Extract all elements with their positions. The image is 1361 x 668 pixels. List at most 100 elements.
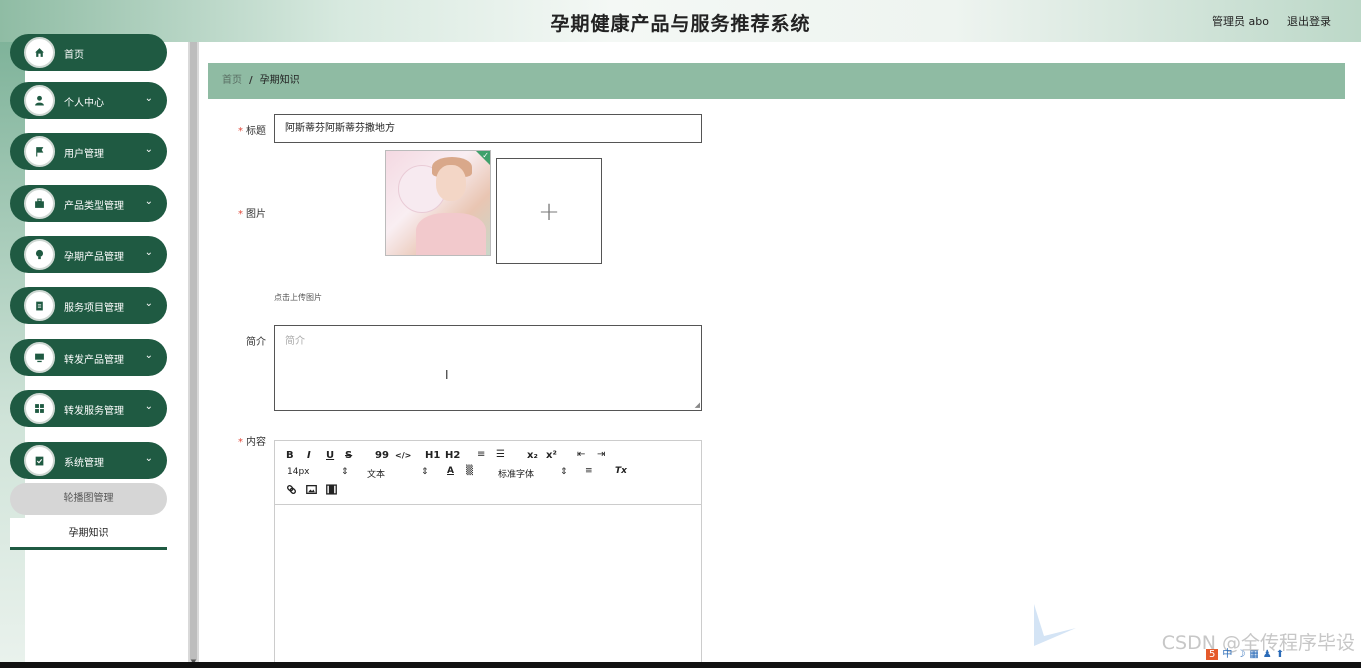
photo-body [416,213,486,255]
breadcrumb-current: 孕期知识 [259,75,300,86]
chevron-down-icon: ⌄ [144,93,153,104]
sidebar-item-system[interactable]: 系统管理 ⌄ [10,442,167,479]
chevron-down-icon: ⌄ [144,298,153,309]
font-size-select[interactable]: 14px [287,467,310,477]
resize-handle-icon[interactable]: ◢ [695,401,700,409]
chevron-down-icon: ⌄ [144,144,153,155]
background-color-button[interactable]: ▒ [466,466,473,476]
link-icon[interactable] [286,484,297,498]
sidebar-item-label: 孕期产品管理 [64,252,124,263]
required-mark: * [238,209,243,220]
home-icon [24,37,55,68]
sidebar-item-label: 服务项目管理 [64,303,124,314]
rich-text-editor[interactable]: B I U S 99 </> H1 H2 ≡ ☰ x₂ x² ⇤ ⇥ 14px … [274,440,702,668]
flag-icon [24,136,55,167]
align-button[interactable]: ≡ [585,466,593,476]
title-input[interactable]: 阿斯蒂芬阿斯蒂芬撒地方 [274,114,702,143]
watermark-logo-icon [1034,604,1076,646]
image-icon[interactable] [306,484,317,498]
clipboard-icon [24,290,55,321]
sidebar-item-personal[interactable]: 个人中心 ⌄ [10,82,167,119]
sidebar-item-label: 个人中心 [64,98,104,109]
moon-icon: ☽ [1236,649,1246,660]
required-mark: * [238,437,243,448]
shirt-icon: ⬆ [1275,649,1285,660]
user-icon [24,85,55,116]
keyboard-icon[interactable]: ▦ [1249,649,1258,660]
sidebar-item-product-types[interactable]: 产品类型管理 ⌄ [10,185,167,222]
upload-success-icon: ✓ [476,151,490,165]
input-method-icon[interactable]: 中 [1222,649,1232,660]
blockquote-button[interactable]: 99 [375,450,389,461]
grid-icon [24,393,55,424]
scrollbar-thumb[interactable] [190,42,197,660]
app-title: 孕期健康产品与服务推荐系统 [550,13,811,35]
image-label: * 图片 [226,205,266,220]
sidebar-item-label: 系统管理 [64,458,104,469]
breadcrumb-home[interactable]: 首页 [222,75,242,86]
plus-icon: + [538,197,560,227]
sidebar-item-forward-products[interactable]: 转发产品管理 ⌄ [10,339,167,376]
video-icon[interactable] [326,484,337,498]
font-color-button[interactable]: A [447,466,454,476]
logout-link[interactable]: 退出登录 [1287,13,1331,29]
select-arrow-icon: ⇕ [341,467,349,477]
uploaded-image-thumbnail[interactable]: ✓ [385,150,491,256]
sidebar-item-users[interactable]: 用户管理 ⌄ [10,133,167,170]
italic-button[interactable]: I [307,450,311,461]
upload-hint: 点击上传图片 [274,293,322,302]
h1-button[interactable]: H1 [425,450,440,461]
bulb-icon [24,239,55,270]
outdent-button[interactable]: ⇤ [577,449,585,460]
current-user: 管理员 abo [1212,15,1269,28]
sidebar-scrollbar[interactable]: ▼ [188,42,199,668]
sidebar-item-label: 转发服务管理 [64,406,124,417]
required-mark: * [238,126,243,137]
superscript-button[interactable]: x² [546,450,557,461]
system-tray: 5 中 ☽ ▦ ♟ ⬆ [1206,645,1356,663]
intro-placeholder: 简介 [285,336,305,347]
html5-icon: 5 [1206,649,1219,660]
chevron-down-icon: ⌄ [144,196,153,207]
breadcrumb: 首页 / 孕期知识 [208,63,1345,99]
image-label-text: 图片 [246,209,266,220]
top-header: 孕期健康产品与服务推荐系统 管理员 abo 退出登录 [0,0,1361,42]
text-cursor-icon: I [445,368,449,382]
content-label-text: 内容 [246,437,266,448]
sidebar-subitem-pregnancy-knowledge[interactable]: 孕期知识 [10,518,167,550]
sidebar-item-label: 用户管理 [64,149,104,160]
editor-toolbar: B I U S 99 </> H1 H2 ≡ ☰ x₂ x² ⇤ ⇥ 14px … [275,441,701,505]
sidebar-item-label: 首页 [64,50,84,61]
subscript-button[interactable]: x₂ [527,450,538,461]
title-label: * 标题 [226,122,266,137]
upload-image-button[interactable]: + [496,158,602,264]
briefcase-icon [24,188,55,219]
text-type-select[interactable]: 文本 [367,467,385,480]
content-label: * 内容 [226,433,266,448]
indent-button[interactable]: ⇥ [597,449,605,460]
main-content: 首页 / 孕期知识 * 标题 阿斯蒂芬阿斯蒂芬撒地方 * 图片 ✓ + 点击上传图片 简… [199,42,1361,668]
bottom-edge [0,662,1361,668]
sidebar-item-label: 转发产品管理 [64,355,124,366]
sidebar: 首页 个人中心 ⌄ 用户管理 ⌄ 产品类型管理 ⌄ 孕期产品管理 ⌄ 服务项目管… [10,34,188,668]
sidebar-item-forward-services[interactable]: 转发服务管理 ⌄ [10,390,167,427]
select-arrow-icon: ⇕ [421,467,429,477]
chevron-down-icon: ⌄ [144,247,153,258]
sidebar-item-services[interactable]: 服务项目管理 ⌄ [10,287,167,324]
ordered-list-button[interactable]: ≡ [477,449,485,460]
chevron-down-icon: ⌄ [144,350,153,361]
checklist-icon [24,445,55,476]
code-button[interactable]: </> [395,451,411,460]
underline-button[interactable]: U [326,450,334,461]
bold-button[interactable]: B [286,450,294,461]
font-family-select[interactable]: 标准字体 [498,467,534,480]
clear-format-button[interactable]: Tx [615,466,627,476]
strike-button[interactable]: S [345,450,352,461]
select-arrow-icon: ⇕ [560,467,568,477]
sidebar-subitem-carousel[interactable]: 轮播图管理 [10,483,167,515]
sidebar-item-home[interactable]: 首页 [10,34,167,71]
h2-button[interactable]: H2 [445,450,460,461]
sidebar-item-pregnancy-products[interactable]: 孕期产品管理 ⌄ [10,236,167,273]
intro-textarea[interactable]: 简介 I ◢ [274,325,702,411]
bullet-list-button[interactable]: ☰ [496,449,505,460]
